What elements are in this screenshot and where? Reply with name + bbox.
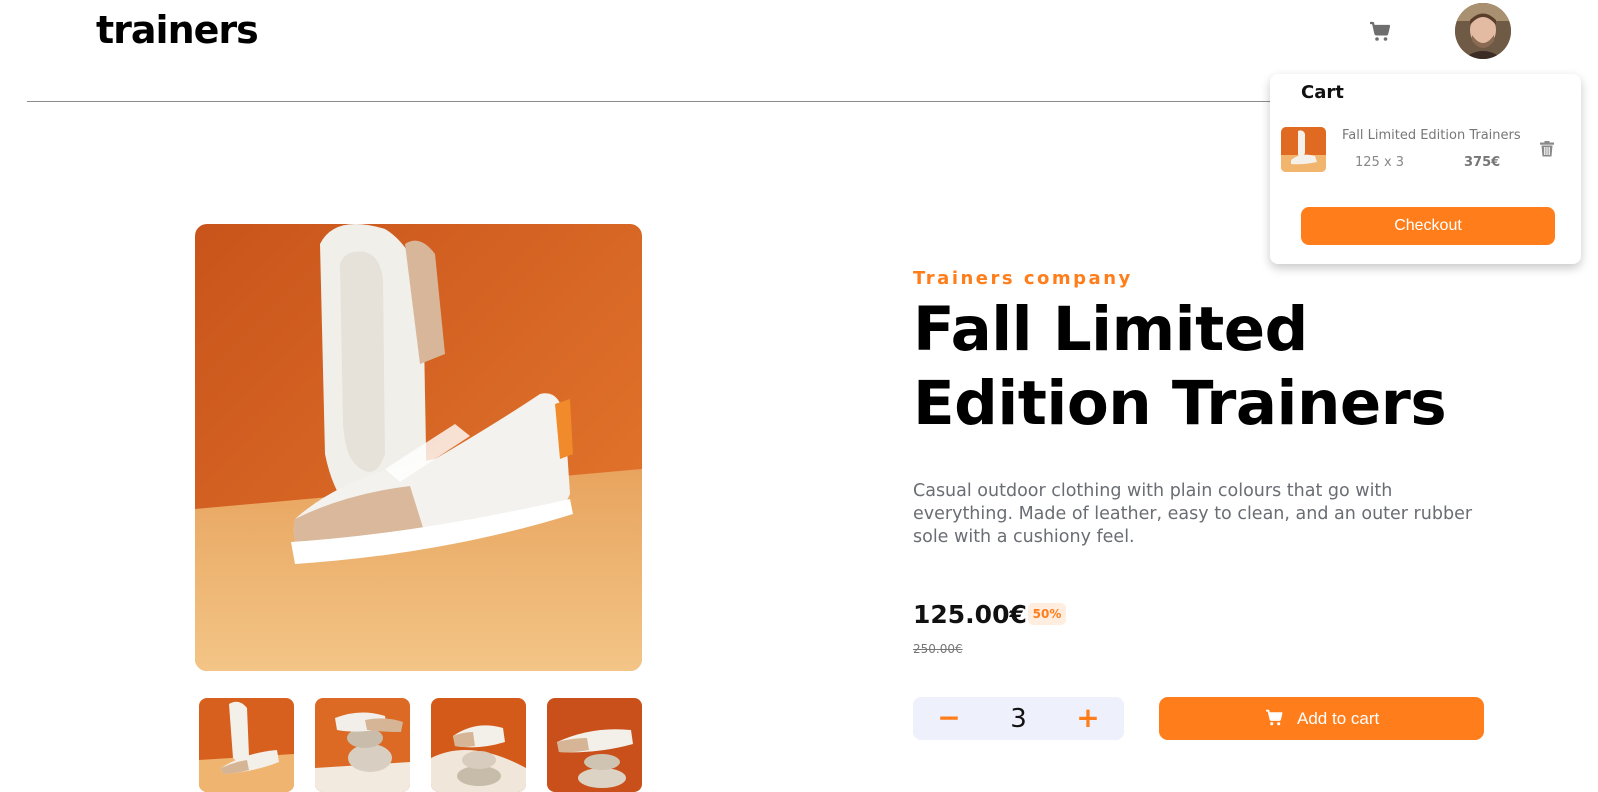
- quantity-stepper: 3 − +: [913, 697, 1124, 740]
- add-to-cart-button[interactable]: Add to cart: [1159, 697, 1484, 740]
- logo[interactable]: trainers: [96, 8, 259, 52]
- thumbnail-4[interactable]: [547, 698, 642, 792]
- cart-item-total: 375€: [1464, 155, 1501, 170]
- add-to-cart-label: Add to cart: [1297, 709, 1380, 728]
- product-title: Fall Limited Edition Trainers: [913, 294, 1447, 439]
- discount-badge: 50%: [1028, 603, 1066, 625]
- product-company: Trainers company: [913, 268, 1133, 289]
- increase-quantity-button[interactable]: +: [1068, 697, 1108, 740]
- decrease-quantity-button[interactable]: −: [929, 697, 969, 740]
- product-price: 125.00€: [913, 600, 1027, 629]
- cart-icon: [1266, 709, 1283, 726]
- header-divider: [27, 101, 1272, 102]
- original-price: 250.00€: [913, 642, 963, 656]
- cart-icon: [1370, 21, 1391, 41]
- thumbnail-2[interactable]: [315, 698, 410, 792]
- cart-dropdown: Cart Fall Limited Edition Trainers 125 x…: [1270, 74, 1581, 264]
- cart-item-name: Fall Limited Edition Trainers: [1342, 128, 1521, 143]
- user-avatar[interactable]: [1455, 3, 1511, 59]
- trash-icon: [1540, 141, 1554, 157]
- cart-item-thumbnail: [1281, 127, 1326, 172]
- delete-item-button[interactable]: [1540, 141, 1554, 157]
- product-main-image[interactable]: [195, 224, 642, 671]
- cart-button[interactable]: [1368, 20, 1392, 44]
- thumbnail-3[interactable]: [431, 698, 526, 792]
- checkout-button[interactable]: Checkout: [1301, 207, 1555, 245]
- cart-title: Cart: [1301, 82, 1344, 103]
- thumbnail-1[interactable]: [199, 698, 294, 792]
- product-description: Casual outdoor clothing with plain colou…: [913, 481, 1473, 547]
- cart-item-quantity: 125 x 3: [1355, 155, 1405, 170]
